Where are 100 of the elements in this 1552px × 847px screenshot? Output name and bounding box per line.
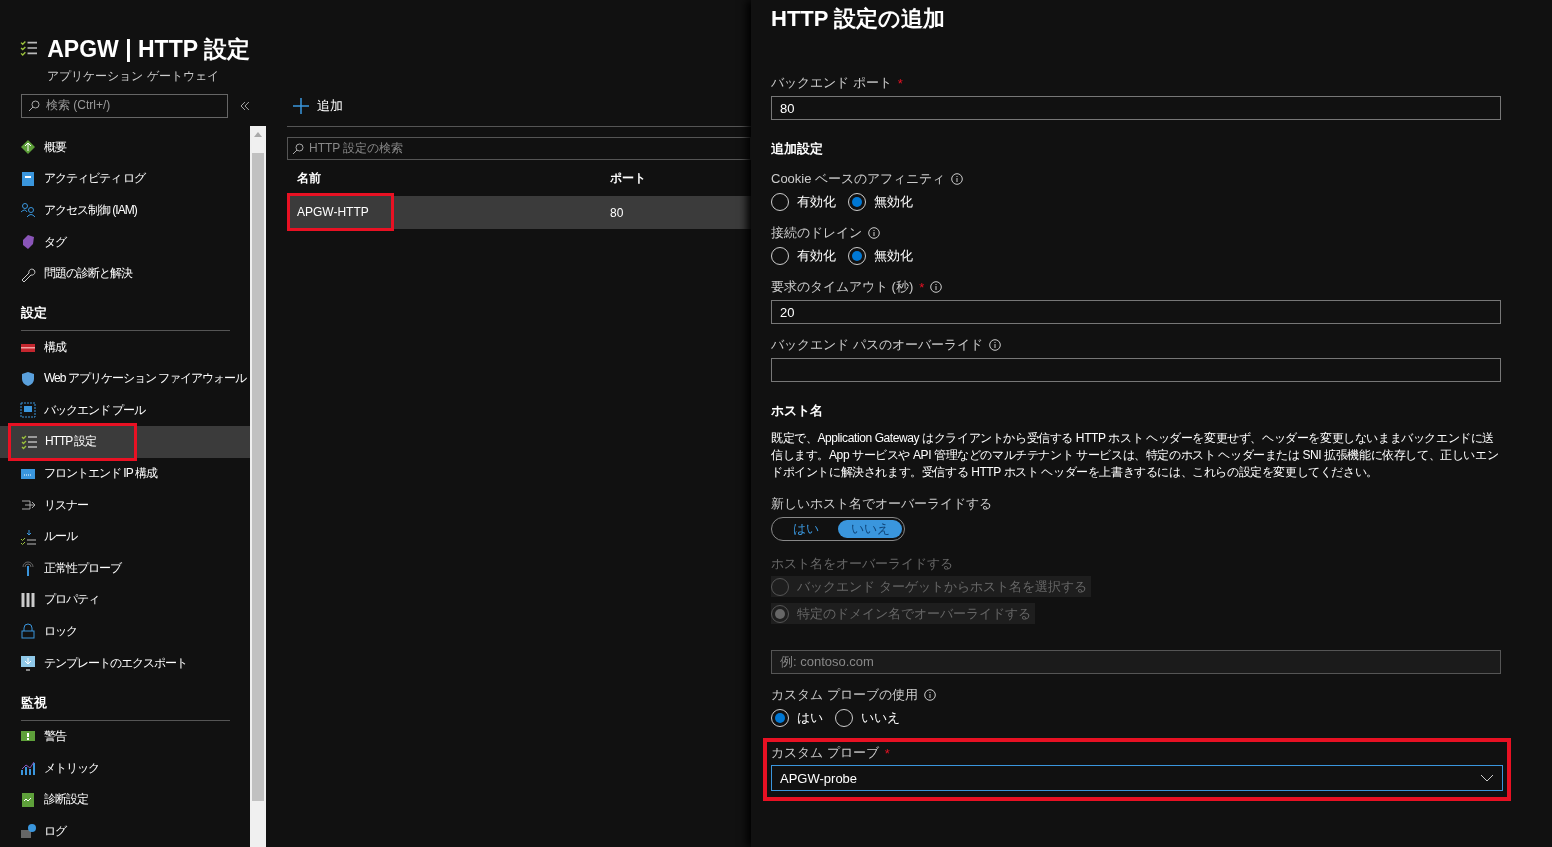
table-cell[interactable]: APGW-HTTP xyxy=(287,192,394,231)
search-field[interactable]: HTTP 設定の検索 xyxy=(287,137,751,160)
info-icon[interactable] xyxy=(988,339,1001,351)
section-heading: ホスト名 xyxy=(771,402,824,420)
radio-option[interactable]: 無効化 xyxy=(848,245,913,266)
nav-label: 問題の診断と解決 xyxy=(44,265,132,283)
info-icon[interactable] xyxy=(930,281,943,293)
field-label: バックエンド ポート xyxy=(771,74,892,92)
add-button[interactable]: 追加 xyxy=(287,92,751,120)
info-icon[interactable] xyxy=(923,689,936,701)
field-label: ホスト名をオーバーライドする xyxy=(771,555,953,573)
diagnostics-icon xyxy=(20,791,36,808)
nav-label: テンプレートのエクスポート xyxy=(44,654,187,672)
scrollbar-thumb[interactable] xyxy=(252,153,264,801)
nav-item[interactable]: HTTP 設定 xyxy=(0,425,250,458)
table-row[interactable]: APGW-HTTP xyxy=(287,196,600,229)
nav-label: 概要 xyxy=(44,138,66,156)
lock-icon xyxy=(20,623,36,640)
wrench-icon xyxy=(20,265,36,282)
nav-item[interactable]: 警告 xyxy=(0,720,250,753)
nav-label: プロパティ xyxy=(44,591,99,609)
nav-label: 構成 xyxy=(44,338,66,356)
nav-item[interactable]: 正常性プローブ xyxy=(0,552,250,585)
description-text: 既定で、Application Gateway はクライアントから受信する HTTP ホスト ヘッダーを変更せず、ヘッダーを変更しないままバックエンドに送信します。App サービスや API 管理などのマルチテナント サービスは、特定のホスト ヘッダーまたは SNI 拡張機能に依存して、正しいエンドポイントに解決されます。受信する HTTP ホスト ヘッダーを上書きするには、これらの設定を変更してください。 xyxy=(771,430,1500,481)
nav-label: リスナー xyxy=(44,496,88,514)
nav-item[interactable]: 構成 xyxy=(0,331,250,363)
text-field[interactable]: 80 xyxy=(771,96,1501,120)
field-label: バックエンド パスのオーバーライド xyxy=(771,336,983,354)
info-icon[interactable] xyxy=(951,173,964,185)
antenna-icon xyxy=(20,560,36,577)
nav-label: バックエンド プール xyxy=(44,401,146,419)
search-icon xyxy=(292,142,304,155)
plus-icon xyxy=(293,98,309,114)
field-label: 要求のタイムアウト (秒) xyxy=(771,278,914,296)
monitor-icon xyxy=(20,402,36,419)
checklist-icon xyxy=(21,433,37,450)
nav-item[interactable]: リスナー xyxy=(0,489,250,522)
scrollbar[interactable] xyxy=(250,126,266,847)
nav-item[interactable]: タグ xyxy=(0,226,250,258)
diamond-icon xyxy=(20,139,36,156)
section-heading: 設定 xyxy=(21,304,230,332)
nav-item[interactable]: バックエンド プール xyxy=(0,394,250,426)
nav-label: ロック xyxy=(44,622,77,640)
search-icon xyxy=(28,99,40,112)
field-label: Cookie ベースのアフィニティ xyxy=(771,170,946,188)
nav-label: ログ xyxy=(44,822,66,840)
section-heading: 追加設定 xyxy=(771,140,824,158)
nav-item[interactable]: アクセス制御 (IAM) xyxy=(0,194,250,227)
nav-item[interactable]: ログ xyxy=(0,815,250,847)
people-icon xyxy=(20,202,36,219)
nav-item[interactable]: Web アプリケーション ファイアウォール xyxy=(0,362,250,395)
toggle-option[interactable]: はい xyxy=(774,520,838,538)
field-label: 接続のドレイン xyxy=(771,224,862,242)
radio-option[interactable]: 無効化 xyxy=(848,191,913,212)
text-field[interactable] xyxy=(771,358,1501,382)
nav-label: 正常性プローブ xyxy=(44,559,121,577)
search-field[interactable]: 検索 (Ctrl+/) xyxy=(21,93,229,118)
field-label: カスタム プローブの使用 xyxy=(771,686,918,704)
nav-label: アクティビティ ログ xyxy=(44,170,146,188)
nav-label: HTTP 設定 xyxy=(45,433,97,451)
download-icon xyxy=(20,655,36,671)
nav-label: フロントエンド IP 構成 xyxy=(44,465,157,483)
field-label: 新しいホスト名でオーバーライドする xyxy=(771,495,992,513)
shield-icon xyxy=(20,370,36,387)
nav-label: 診断設定 xyxy=(44,791,88,809)
radio-option[interactable]: はい xyxy=(771,707,823,728)
required-mark: * xyxy=(919,279,925,295)
nav-item[interactable]: ルール xyxy=(0,521,250,553)
collapse-icon[interactable] xyxy=(240,100,250,111)
chevron-down-icon xyxy=(1480,774,1494,782)
nav-item[interactable]: アクティビティ ログ xyxy=(0,163,250,195)
nav-item[interactable]: フロントエンド IP 構成 xyxy=(0,457,250,490)
required-mark: * xyxy=(897,75,903,91)
radio-option[interactable]: 有効化 xyxy=(771,191,836,212)
nav-item[interactable]: 問題の診断と解決 xyxy=(0,257,250,290)
bars-icon xyxy=(20,591,36,608)
page-subtitle: アプリケーション ゲートウェイ xyxy=(47,68,220,85)
info-icon[interactable] xyxy=(868,227,880,239)
nav-item[interactable]: プロパティ xyxy=(0,584,250,616)
nav-label: 警告 xyxy=(44,728,66,746)
checklist-icon xyxy=(20,528,36,545)
chart-icon xyxy=(20,760,36,777)
nav-item[interactable]: メトリック xyxy=(0,752,250,784)
text-field[interactable]: 20 xyxy=(771,300,1501,324)
document-icon xyxy=(20,170,36,187)
tag-icon xyxy=(20,234,36,250)
nav-label: ルール xyxy=(44,528,77,546)
panel-title: HTTP 設定の追加 xyxy=(771,5,947,33)
radio-option[interactable]: 有効化 xyxy=(771,245,836,266)
nav-label: タグ xyxy=(44,233,66,251)
field-label: カスタム プローブ xyxy=(771,744,879,762)
nav-label: Web アプリケーション ファイアウォール xyxy=(44,370,247,388)
column-header[interactable]: ポート xyxy=(600,160,751,196)
nav-item[interactable]: ロック xyxy=(0,615,250,648)
nav-item[interactable]: テンプレートのエクスポート xyxy=(0,647,250,679)
nav-item[interactable]: 概要 xyxy=(0,131,250,164)
dropdown[interactable]: APGW-probe xyxy=(771,765,1503,791)
radio-option[interactable]: いいえ xyxy=(835,707,900,728)
table-cell: 80 xyxy=(600,196,751,229)
nav-item[interactable]: 診断設定 xyxy=(0,783,250,816)
